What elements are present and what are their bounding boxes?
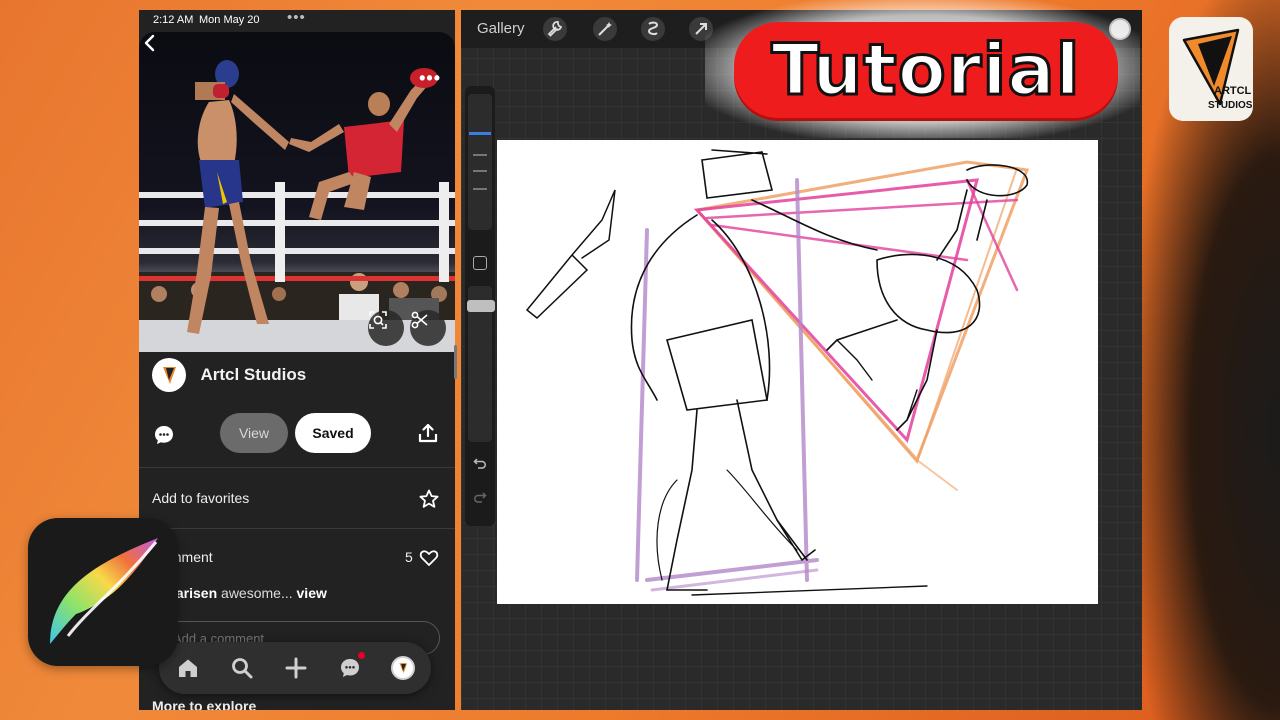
scissors-icon (411, 311, 428, 329)
artcl-logo-mini-icon (163, 367, 176, 384)
artcl-studios-logo: ARTCL STUDIOS (1169, 17, 1253, 121)
logo-text-studios: STUDIOS (1208, 100, 1253, 111)
size-tick (473, 170, 487, 172)
back-chevron-icon[interactable] (139, 32, 161, 54)
creator-name[interactable]: Artcl Studios (200, 365, 306, 385)
tutorial-title: Tutorial (770, 29, 1081, 111)
drawing-canvas[interactable] (497, 140, 1098, 604)
add-to-favorites-row[interactable]: Add to favorites (152, 488, 442, 512)
pinterest-pin-panel: 2:12 AM Mon May 20 ••• ••• Artcl Studios… (139, 10, 455, 710)
status-time: 2:12 AM (153, 14, 194, 26)
magic-wand-icon[interactable] (593, 17, 617, 41)
status-bar: 2:12 AM Mon May 20 ••• (139, 10, 455, 30)
notification-dot (358, 652, 365, 659)
visual-search-button[interactable] (368, 310, 404, 346)
brush-size-slider[interactable] (468, 94, 492, 230)
profile-avatar[interactable] (391, 656, 415, 680)
more-options-icon[interactable]: ••• (419, 68, 441, 89)
search-icon[interactable] (230, 656, 254, 680)
heart-outline-icon[interactable] (419, 548, 439, 568)
brush-opacity-handle[interactable] (467, 300, 495, 312)
selection-icon[interactable] (641, 17, 665, 41)
comment-bubble-icon[interactable] (153, 424, 175, 446)
likes-count: 5 (405, 549, 413, 565)
tutorial-badge: Tutorial (734, 22, 1118, 118)
gesture-sketch-drawing (525, 149, 1030, 596)
wrench-icon[interactable] (543, 17, 567, 41)
view-button[interactable]: View (220, 413, 288, 453)
create-plus-icon[interactable] (284, 656, 308, 680)
creator-avatar[interactable] (152, 358, 186, 392)
divider (139, 528, 455, 529)
saved-button[interactable]: Saved (295, 413, 371, 453)
lens-search-icon (369, 311, 387, 329)
comment-view-link[interactable]: view (297, 585, 327, 601)
messages-icon[interactable] (338, 656, 362, 680)
pin-image-muay-thai[interactable]: ••• (139, 32, 455, 352)
gallery-button[interactable]: Gallery (477, 20, 525, 37)
logo-text-artcl: ARTCL (1214, 85, 1252, 97)
pin-action-bar: View Saved (139, 413, 455, 455)
star-outline-icon[interactable] (418, 488, 440, 510)
brush-size-handle[interactable] (469, 132, 491, 135)
more-to-explore-heading: More to explore (152, 698, 257, 710)
artcl-logo-mini-icon (399, 663, 408, 674)
procreate-sidebar (465, 86, 495, 526)
bottom-nav-bar (159, 642, 431, 694)
home-icon[interactable] (176, 656, 200, 680)
redo-icon[interactable] (473, 490, 487, 504)
add-to-favorites-label: Add to favorites (152, 490, 250, 506)
multitask-dots-icon[interactable]: ••• (287, 10, 306, 26)
size-tick (473, 154, 487, 156)
scrollbar-thumb[interactable] (454, 345, 457, 379)
procreate-app-icon (28, 518, 178, 666)
share-icon[interactable] (417, 422, 439, 444)
undo-icon[interactable] (473, 456, 487, 470)
cutout-scissors-button[interactable] (410, 310, 446, 346)
divider (139, 467, 455, 468)
commenter-name: arisen (175, 585, 218, 601)
comment-text: awesome... (221, 585, 293, 601)
status-date: Mon May 20 (199, 14, 260, 26)
comment-preview[interactable]: arisen awesome... view (152, 585, 327, 604)
modify-button-icon[interactable] (473, 256, 487, 270)
creator-row[interactable]: Artcl Studios (152, 358, 306, 392)
size-tick (473, 188, 487, 190)
